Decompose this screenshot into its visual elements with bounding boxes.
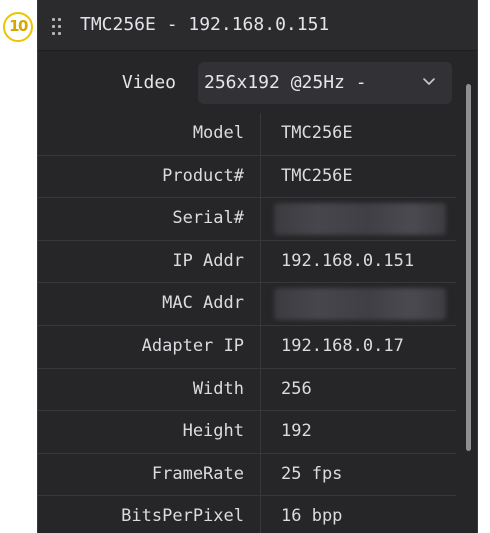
property-value[interactable]: TMC256E	[281, 166, 353, 186]
column-divider	[260, 411, 261, 453]
redacted-value	[274, 203, 446, 236]
property-label: Height	[182, 421, 244, 442]
property-value[interactable]: TMC256E	[281, 123, 353, 143]
column-divider	[260, 155, 261, 198]
redacted-value	[274, 288, 446, 321]
chevron-down-icon	[423, 78, 435, 85]
property-row: Product# TMC256E	[38, 155, 456, 199]
column-divider	[260, 496, 261, 533]
property-value[interactable]: 25 fps	[281, 464, 342, 484]
property-row: Serial#	[38, 198, 456, 241]
column-divider	[260, 198, 261, 240]
property-row: Adapter IP 192.168.0.17	[38, 325, 456, 369]
property-label: Model	[192, 123, 244, 143]
property-label: BitsPerPixel	[121, 506, 244, 527]
video-mode-label: Video	[121, 72, 176, 93]
property-row: MAC Addr	[38, 283, 456, 326]
property-label: MAC Addr	[162, 293, 244, 314]
property-row: Model TMC256E	[38, 113, 456, 156]
video-mode-selected-value: 256x192 @25Hz -	[204, 72, 367, 93]
property-value[interactable]: 16 bpp	[281, 506, 342, 526]
property-label: Adapter IP	[141, 335, 244, 356]
video-mode-select[interactable]: 256x192 @25Hz -	[198, 62, 452, 104]
column-divider	[260, 325, 261, 368]
step-number-label: 10	[9, 17, 28, 35]
property-label: Serial#	[172, 208, 244, 229]
property-value[interactable]: 192.168.0.17	[281, 336, 404, 356]
property-row: Height 192	[38, 411, 456, 454]
device-properties-panel: TMC256E - 192.168.0.151 Video 256x192 @2…	[37, 0, 478, 533]
column-divider	[260, 240, 261, 283]
property-label: FrameRate	[151, 463, 244, 484]
property-row: IP Addr 192.168.0.151	[38, 240, 456, 284]
panel-title: TMC256E - 192.168.0.151	[80, 14, 330, 35]
property-label: Width	[192, 378, 244, 399]
column-divider	[260, 453, 261, 496]
panel-titlebar[interactable]: TMC256E - 192.168.0.151	[38, 0, 477, 51]
property-value[interactable]: 256	[281, 379, 312, 399]
video-mode-row: Video 256x192 @25Hz -	[38, 58, 477, 108]
vertical-scrollbar[interactable]	[466, 84, 471, 451]
column-divider	[260, 283, 261, 325]
property-row: FrameRate 25 fps	[38, 453, 456, 497]
property-label: Product#	[162, 165, 244, 186]
property-value[interactable]: 192	[281, 421, 312, 441]
property-row: BitsPerPixel 16 bpp	[38, 496, 456, 533]
step-number-badge: 10	[3, 12, 33, 42]
property-row: Width 256	[38, 368, 456, 412]
column-divider	[260, 113, 261, 155]
property-value[interactable]: 192.168.0.151	[281, 251, 414, 271]
property-label: IP Addr	[172, 250, 244, 271]
column-divider	[260, 368, 261, 411]
properties-table: Model TMC256E Product# TMC256E Serial# IP Add…	[38, 113, 456, 533]
drag-handle-icon[interactable]	[52, 17, 62, 35]
